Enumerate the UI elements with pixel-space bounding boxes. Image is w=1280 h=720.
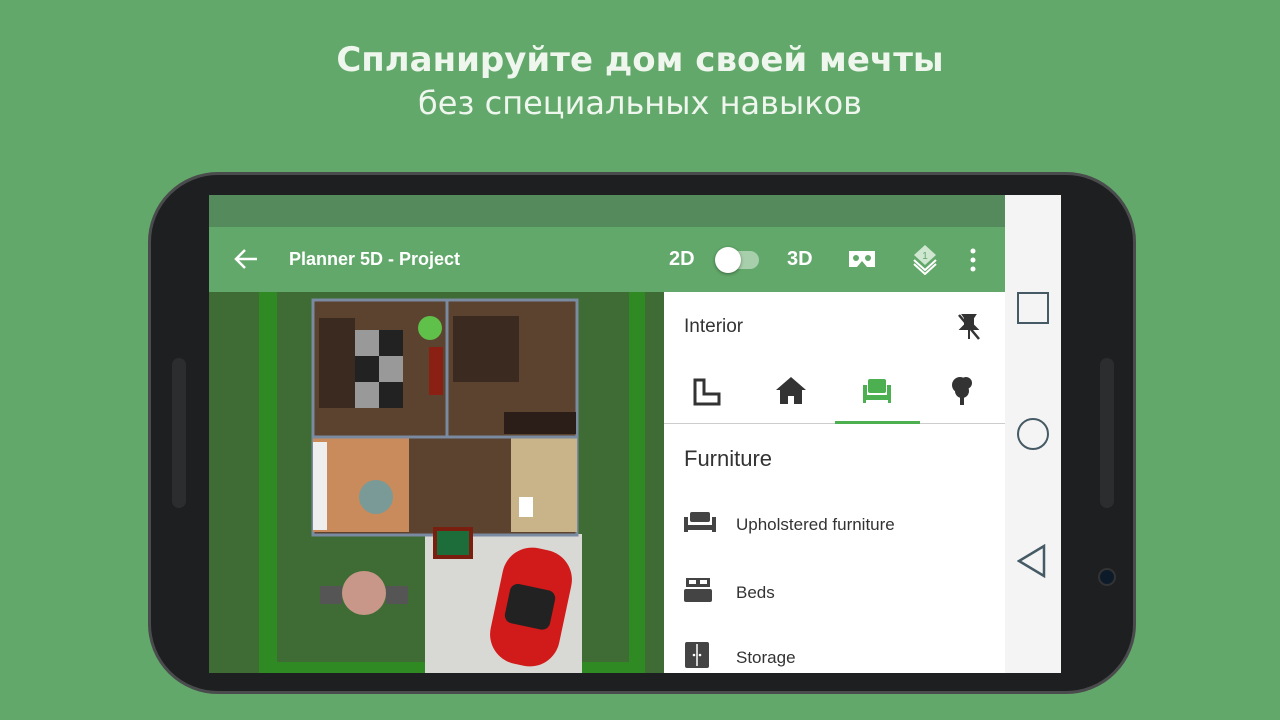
layers-badge: 1 xyxy=(922,251,928,262)
category-tabs xyxy=(664,358,1005,424)
toggle-knob xyxy=(715,247,741,273)
home-button[interactable] xyxy=(1017,418,1049,450)
interior-panel: Interior Furniture Upholstered furniture… xyxy=(664,292,1005,673)
tab-armchair[interactable] xyxy=(862,377,892,405)
floor-plan-canvas[interactable] xyxy=(209,292,664,673)
cardboard-vr-icon[interactable] xyxy=(847,247,877,271)
bed-icon xyxy=(684,578,712,602)
item-label: Storage xyxy=(736,647,796,667)
camera xyxy=(1098,568,1116,586)
mode-2d-label[interactable]: 2D xyxy=(669,248,695,271)
item-label: Beds xyxy=(736,582,775,602)
section-title: Furniture xyxy=(684,446,773,471)
phone-speaker-right xyxy=(1100,358,1114,508)
more-vertical-icon[interactable] xyxy=(967,247,979,273)
phone-speaker-left xyxy=(172,358,186,508)
active-tab-indicator xyxy=(835,421,920,424)
item-label: Upholstered furniture xyxy=(736,514,895,534)
headline-title: Спланируйте дом своей мечты xyxy=(336,40,944,80)
panel-title: Interior xyxy=(684,316,744,337)
category-beds[interactable]: Beds xyxy=(684,578,775,607)
mode-3d-label[interactable]: 3D xyxy=(787,248,813,271)
category-upholstered-furniture[interactable]: Upholstered furniture xyxy=(684,512,895,537)
headline-subtitle: без специальных навыков xyxy=(417,84,863,122)
screen: Planner 5D - Project 2D 3D 1 Interior Fu… xyxy=(209,195,1061,673)
mode-toggle[interactable] xyxy=(715,247,759,273)
status-bar xyxy=(209,195,1005,227)
pin-off-icon[interactable] xyxy=(956,312,982,342)
wardrobe-icon xyxy=(685,642,709,668)
project-title: Planner 5D - Project xyxy=(289,249,461,269)
tab-tree[interactable] xyxy=(950,375,974,405)
arrow-left-icon[interactable] xyxy=(233,247,259,271)
category-storage[interactable]: Storage xyxy=(684,642,796,673)
tab-room-shape[interactable] xyxy=(693,378,721,406)
toolbar: Planner 5D - Project 2D 3D 1 xyxy=(209,227,1005,292)
sofa-icon xyxy=(684,512,716,532)
tab-house[interactable] xyxy=(775,375,807,405)
recent-apps-button[interactable] xyxy=(1017,292,1049,324)
layers-icon[interactable]: 1 xyxy=(911,243,939,275)
android-nav-bar xyxy=(1005,195,1061,673)
back-button[interactable] xyxy=(1017,544,1047,578)
